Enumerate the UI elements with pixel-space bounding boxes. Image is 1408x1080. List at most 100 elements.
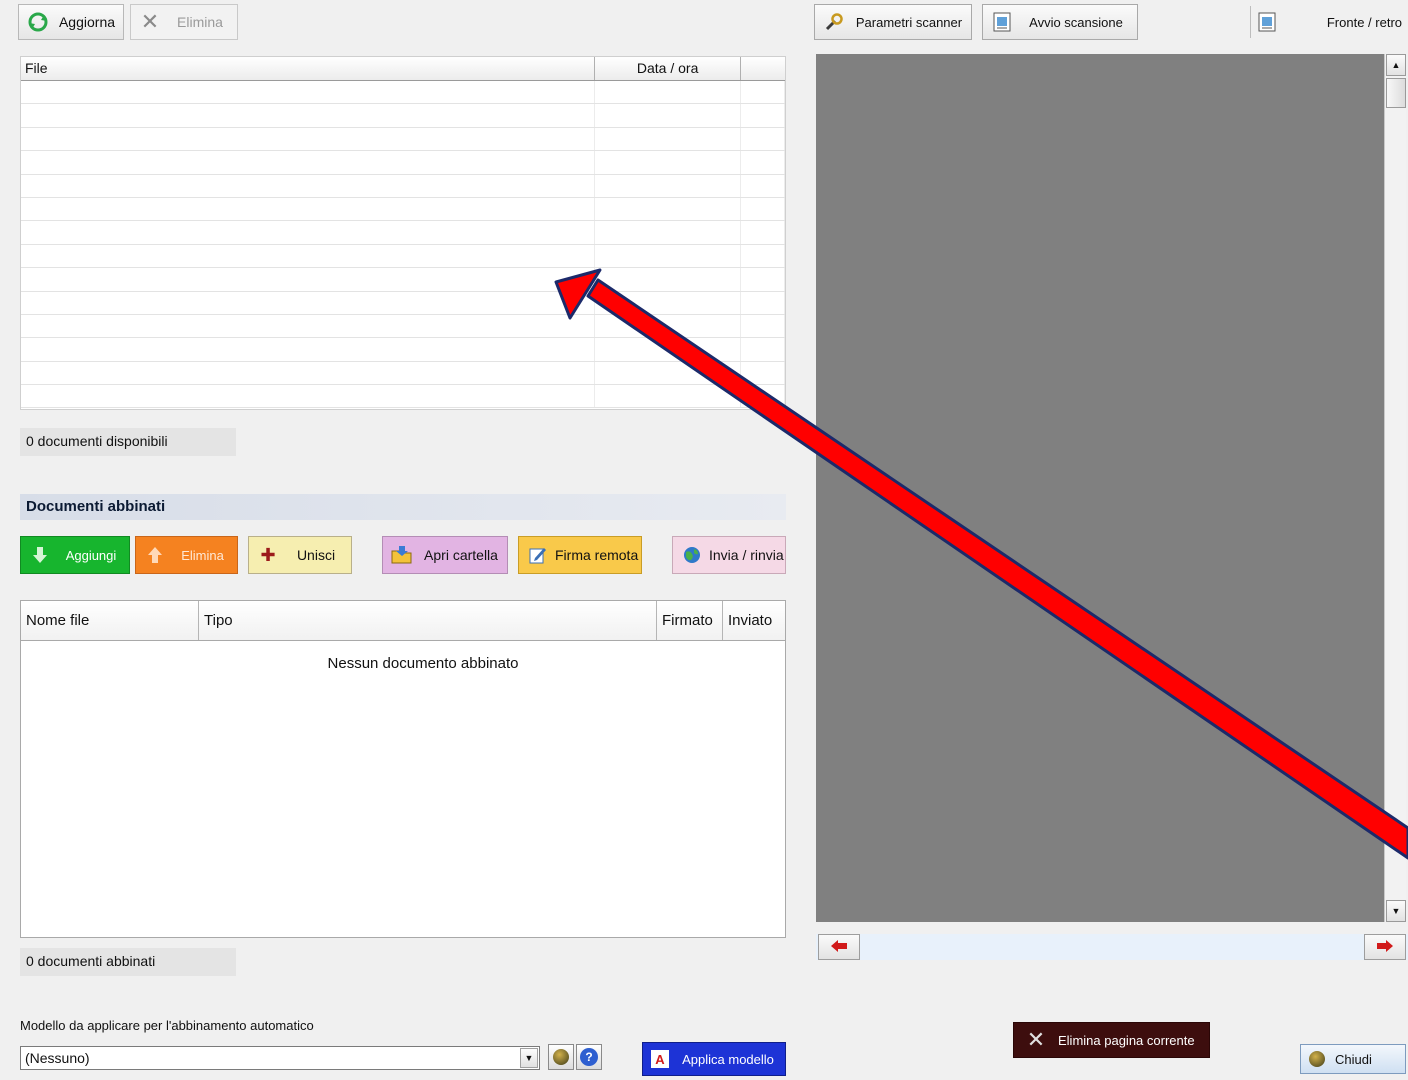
start-scan-button[interactable]: Avvio scansione (982, 4, 1138, 40)
table-cell (741, 268, 785, 291)
table-cell (595, 197, 742, 221)
column-header-type[interactable]: Tipo (199, 601, 657, 640)
table-cell (741, 104, 785, 127)
delete-current-page-button[interactable]: ✕ Elimina pagina corrente (1013, 1022, 1210, 1058)
table-cell (595, 81, 742, 104)
scanner-params-button[interactable]: Parametri scanner (814, 4, 972, 40)
scroll-down-icon[interactable]: ▼ (1386, 900, 1406, 922)
table-row[interactable] (21, 127, 785, 152)
template-select[interactable]: (Nessuno) ▼ (20, 1046, 540, 1070)
table-row[interactable] (21, 81, 785, 105)
table-row[interactable] (21, 104, 785, 128)
template-settings-button[interactable] (548, 1044, 574, 1070)
associated-documents-table[interactable]: Nome file Tipo Firmato Inviato Nessun do… (20, 600, 786, 938)
table-cell (741, 385, 785, 408)
table-cell (595, 385, 742, 408)
pdf-icon: A (651, 1050, 669, 1068)
refresh-button[interactable]: Aggiorna (18, 4, 124, 40)
next-page-button[interactable] (1364, 934, 1406, 960)
refresh-label: Aggiorna (58, 14, 116, 30)
available-count: 0 documenti disponibili (20, 428, 236, 456)
table-cell (595, 338, 742, 361)
scroll-up-icon[interactable]: ▲ (1386, 54, 1406, 76)
empty-associated-message: Nessun documento abbinato (327, 655, 519, 672)
file-list-grid[interactable]: File Data / ora (20, 56, 786, 410)
arrow-up-icon (144, 544, 166, 566)
file-list-body (21, 81, 785, 409)
merge-label: Unisci (296, 547, 336, 563)
file-list-header: File Data / ora (21, 57, 785, 81)
remove-document-button[interactable]: Elimina (135, 536, 238, 574)
scroll-thumb[interactable] (1386, 78, 1406, 108)
globe-icon (681, 544, 703, 566)
previous-page-button[interactable] (818, 934, 860, 960)
table-row[interactable] (21, 197, 785, 222)
table-row[interactable] (21, 174, 785, 198)
table-row[interactable] (21, 291, 785, 315)
associated-table-header: Nome file Tipo Firmato Inviato (21, 601, 785, 641)
table-row[interactable] (21, 151, 785, 175)
template-help-button[interactable]: ? (576, 1044, 602, 1070)
start-scan-label: Avvio scansione (1029, 14, 1123, 30)
add-document-label: Aggiungi (65, 547, 117, 563)
table-cell (741, 221, 785, 244)
column-header-datetime[interactable]: Data / ora (595, 57, 742, 80)
table-row[interactable] (21, 268, 785, 292)
column-header-extra (741, 57, 785, 80)
close-button[interactable]: Chiudi (1300, 1044, 1406, 1074)
edit-icon (527, 544, 549, 566)
add-document-button[interactable]: Aggiungi (20, 536, 130, 574)
table-row[interactable] (21, 244, 785, 269)
table-row[interactable] (21, 361, 785, 386)
delete-file-button[interactable]: ✕ Elimina (130, 4, 238, 40)
column-header-sent[interactable]: Inviato (723, 601, 785, 640)
table-cell (21, 174, 596, 197)
table-cell (21, 361, 596, 385)
table-cell (595, 244, 742, 268)
chevron-down-icon[interactable]: ▼ (520, 1048, 538, 1068)
table-row[interactable] (21, 221, 785, 245)
remote-sign-button[interactable]: Firma remota (518, 536, 642, 574)
document-scan-icon (991, 11, 1013, 33)
table-row[interactable] (21, 314, 785, 339)
column-header-file[interactable]: File (21, 57, 596, 80)
table-cell (741, 151, 785, 174)
column-header-file-name[interactable]: Nome file (21, 601, 199, 640)
table-cell (21, 221, 596, 244)
open-folder-button[interactable]: Apri cartella (382, 536, 508, 574)
associated-section-title: Documenti abbinati (20, 494, 786, 520)
delete-file-label: Elimina (177, 14, 223, 30)
table-cell (741, 81, 785, 104)
refresh-icon (27, 11, 49, 33)
table-cell (21, 104, 596, 127)
table-cell (21, 244, 596, 268)
scanner-params-label: Parametri scanner (855, 14, 963, 30)
table-cell (741, 197, 785, 221)
table-cell (21, 197, 596, 221)
apply-template-button[interactable]: A Applica modello (642, 1042, 786, 1076)
table-cell (741, 127, 785, 151)
preview-vertical-scrollbar[interactable]: ▲ ▼ (1384, 54, 1406, 922)
remote-sign-label: Firma remota (555, 547, 639, 563)
table-cell (595, 127, 742, 151)
table-cell (741, 291, 785, 314)
send-button[interactable]: Invia / rinvia (672, 536, 786, 574)
table-cell (741, 174, 785, 197)
table-cell (595, 104, 742, 127)
toolbar-separator (1250, 6, 1251, 38)
scan-preview-area[interactable] (816, 54, 1384, 922)
column-header-signed[interactable]: Firmato (657, 601, 723, 640)
close-orb-icon (1309, 1051, 1325, 1067)
table-row[interactable] (21, 385, 785, 409)
delete-current-page-label: Elimina pagina corrente (1058, 1032, 1195, 1048)
template-selected-value: (Nessuno) (25, 1050, 90, 1066)
close-label: Chiudi (1335, 1051, 1372, 1067)
open-folder-label: Apri cartella (424, 547, 498, 563)
table-row[interactable] (21, 338, 785, 362)
close-icon: ✕ (1026, 1027, 1046, 1052)
merge-button[interactable]: ✚ Unisci (248, 536, 352, 574)
help-icon: ? (580, 1048, 598, 1066)
apply-template-label: Applica modello (682, 1051, 774, 1067)
template-label: Modello da applicare per l'abbinamento a… (20, 1018, 314, 1033)
duplex-toggle[interactable]: Fronte / retro (1256, 4, 1406, 40)
